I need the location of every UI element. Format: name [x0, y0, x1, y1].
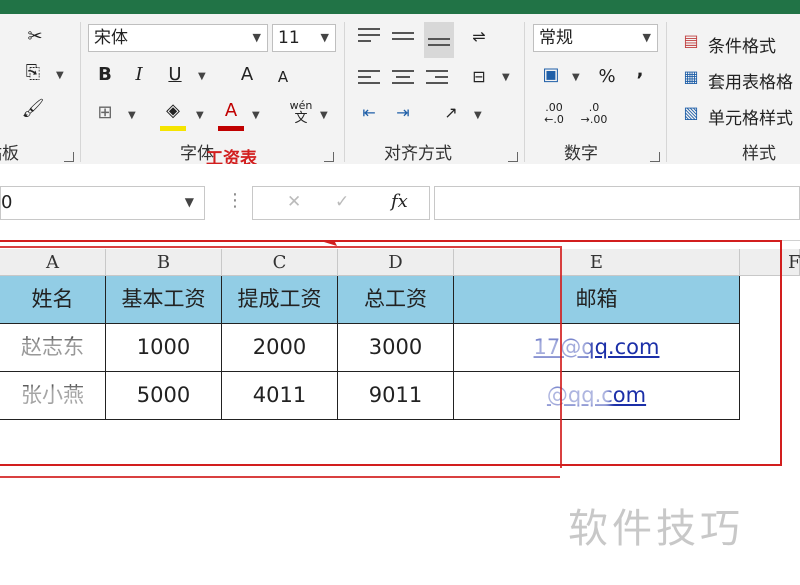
phonetic-bottom: 文	[294, 111, 308, 126]
font-color-swatch	[218, 126, 244, 131]
chevron-down-icon: ▼	[252, 31, 261, 44]
wrap-text-icon[interactable]: ⇌	[466, 24, 492, 50]
title-bar	[0, 0, 800, 14]
merge-center-icon[interactable]: ⊟	[466, 64, 492, 90]
format-painter-icon[interactable]: 🖌	[20, 96, 46, 122]
ribbon: ✂ ⎘ ▼ 🖌 粘贴板 宋体 ▼ 11 ▼ B I U ▼ A A ⊞ ▼ ◈ …	[0, 14, 800, 165]
format-as-table-button[interactable]: 套用表格格	[708, 68, 793, 93]
percent-button[interactable]: %	[594, 64, 620, 90]
format-table-icon[interactable]: ▦	[678, 64, 704, 90]
formula-input[interactable]	[434, 186, 800, 220]
style-group-label: 样式	[742, 144, 776, 164]
merge-dropdown-icon[interactable]: ▼	[502, 72, 510, 83]
cancel-icon[interactable]: ✕	[287, 192, 301, 212]
conditional-format-icon[interactable]: ▤	[678, 28, 704, 54]
font-size-select[interactable]: 11 ▼	[272, 24, 336, 52]
shrink-font-button[interactable]: A	[272, 64, 294, 90]
align-middle-icon[interactable]	[392, 28, 414, 44]
font-color-button[interactable]: A	[218, 98, 244, 124]
number-format-value: 常规	[539, 28, 573, 48]
clipboard-launcher-icon[interactable]	[64, 152, 74, 162]
fill-color-swatch	[160, 126, 186, 131]
copy-icon[interactable]: ⎘	[20, 60, 46, 86]
underline-dropdown-icon[interactable]: ▼	[198, 71, 206, 82]
borders-dropdown-icon[interactable]: ▼	[128, 110, 136, 121]
chevron-down-icon: ▼	[642, 31, 651, 44]
accounting-dropdown-icon[interactable]: ▼	[572, 72, 580, 83]
font-launcher-icon[interactable]	[324, 152, 334, 162]
decrease-decimal-bottom: →.00	[580, 113, 608, 126]
font-name-select[interactable]: 宋体 ▼	[88, 24, 268, 52]
align-top-icon[interactable]	[358, 24, 380, 46]
decrease-indent-icon[interactable]: ⇤	[356, 100, 382, 126]
fill-color-icon[interactable]: ◈	[160, 98, 186, 124]
font-color-dropdown-icon[interactable]: ▼	[252, 110, 260, 121]
decrease-decimal-button[interactable]: .0 →.00	[578, 102, 610, 126]
cell-styles-icon[interactable]: ▧	[678, 100, 704, 126]
cut-icon[interactable]: ✂	[22, 24, 48, 50]
increase-decimal-bottom: ←.0	[544, 113, 564, 126]
accounting-format-icon[interactable]: ▣	[538, 62, 564, 88]
font-size-value: 11	[278, 28, 300, 48]
borders-icon[interactable]: ⊞	[92, 100, 118, 126]
name-box[interactable]: 0 ▼	[0, 186, 205, 220]
align-launcher-icon[interactable]	[508, 152, 518, 162]
group-divider	[666, 22, 667, 162]
watermark: 软件技巧	[568, 506, 744, 552]
group-divider	[80, 22, 81, 162]
phonetic-guide-button[interactable]: wén 文	[286, 100, 316, 126]
orientation-icon[interactable]: ↗	[438, 100, 464, 126]
enter-icon[interactable]: ✓	[335, 192, 349, 212]
phonetic-dropdown-icon[interactable]: ▼	[320, 110, 328, 121]
comma-button[interactable]: ,	[632, 58, 648, 84]
align-center-icon[interactable]	[392, 66, 414, 88]
italic-button[interactable]: I	[128, 62, 150, 88]
copy-dropdown-icon[interactable]: ▼	[56, 70, 64, 81]
group-divider	[524, 22, 525, 162]
cell-styles-button[interactable]: 单元格样式	[708, 104, 793, 129]
highlight-frame-inner	[0, 246, 562, 478]
increase-indent-icon[interactable]: ⇥	[390, 100, 416, 126]
conditional-format-button[interactable]: 条件格式	[708, 32, 776, 57]
increase-decimal-button[interactable]: .00 ←.0	[538, 102, 570, 126]
align-right-icon[interactable]	[426, 66, 448, 88]
align-left-icon[interactable]	[358, 66, 380, 88]
align-group-label: 对齐方式	[384, 144, 452, 164]
grow-font-button[interactable]: A	[236, 62, 258, 88]
bold-button[interactable]: B	[94, 62, 116, 88]
more-icon: ⋮	[226, 190, 244, 211]
number-format-select[interactable]: 常规 ▼	[533, 24, 658, 52]
underline-button[interactable]: U	[164, 62, 186, 88]
number-launcher-icon[interactable]	[650, 152, 660, 162]
chevron-down-icon[interactable]: ▼	[185, 195, 194, 209]
orientation-dropdown-icon[interactable]: ▼	[474, 110, 482, 121]
chevron-down-icon: ▼	[320, 31, 329, 44]
fill-dropdown-icon[interactable]: ▼	[196, 110, 204, 121]
formula-bar: 0 ▼ ⋮ ✕ ✓ fx	[0, 164, 800, 241]
font-name-value: 宋体	[94, 28, 128, 48]
insert-function-icon[interactable]: fx	[391, 191, 408, 212]
align-bottom-icon[interactable]	[424, 22, 454, 58]
clipboard-group-label: 粘贴板	[0, 144, 19, 164]
formula-buttons: ✕ ✓ fx	[252, 186, 430, 220]
name-box-value: 0	[1, 192, 13, 213]
group-divider	[344, 22, 345, 162]
number-group-label: 数字	[564, 144, 598, 164]
